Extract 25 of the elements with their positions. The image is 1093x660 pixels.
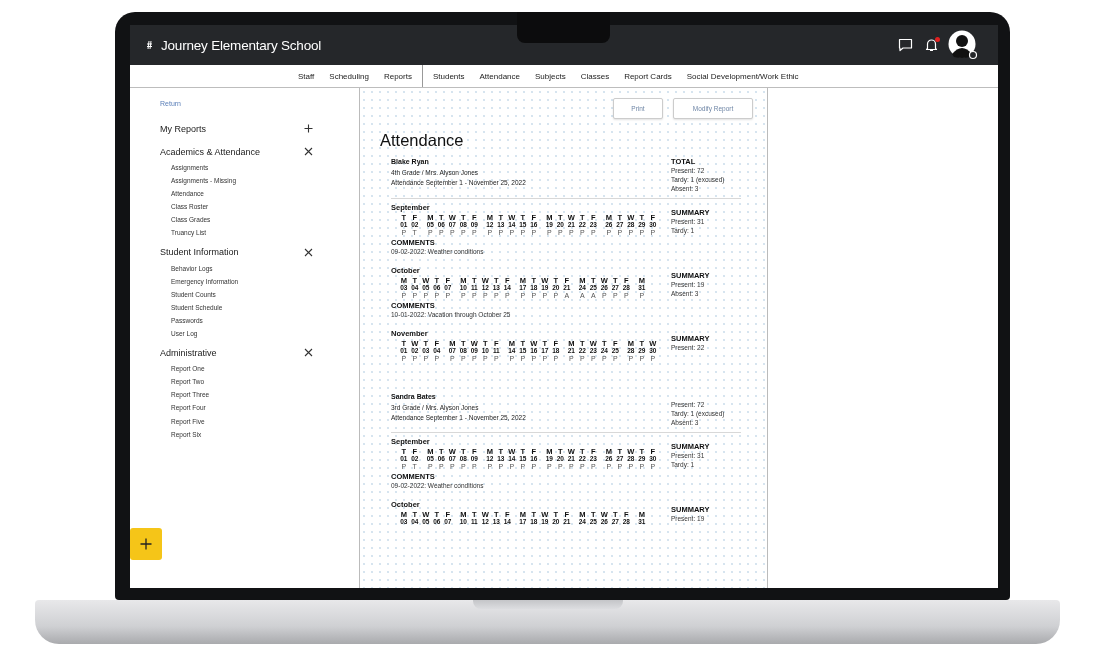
nav-link[interactable]: Report Cards [624,71,672,81]
app-title: Journey Elementary School [161,37,322,53]
section-title[interactable]: My Reports [160,123,206,134]
nav-link[interactable]: Staff [298,71,315,81]
close-icon[interactable] [304,247,313,257]
report-title: Attendance [380,131,465,150]
add-button[interactable] [130,528,162,560]
nav-link[interactable]: Reports [383,71,412,81]
close-icon[interactable] [304,348,313,358]
section-title[interactable]: Student Information [160,247,239,258]
nav-link[interactable]: Scheduling [329,71,369,81]
plus-icon [140,538,152,550]
nav-link[interactable]: Social Development/Work Ethic [686,71,799,81]
section-title[interactable]: Academics & Attendance [160,146,261,157]
avatar-icon[interactable] [948,30,978,60]
nav-link[interactable]: Subjects [535,71,566,81]
nav-link[interactable]: Classes [580,71,610,81]
close-icon[interactable] [304,147,313,156]
nav-link[interactable]: Attendance [479,71,520,81]
bell-icon[interactable] [925,38,938,52]
logo-icon [146,40,153,50]
plus-icon[interactable] [304,124,313,133]
section-title[interactable]: Administrative [160,347,217,358]
chat-icon[interactable] [898,38,913,52]
nav-link[interactable]: Students [432,71,465,81]
